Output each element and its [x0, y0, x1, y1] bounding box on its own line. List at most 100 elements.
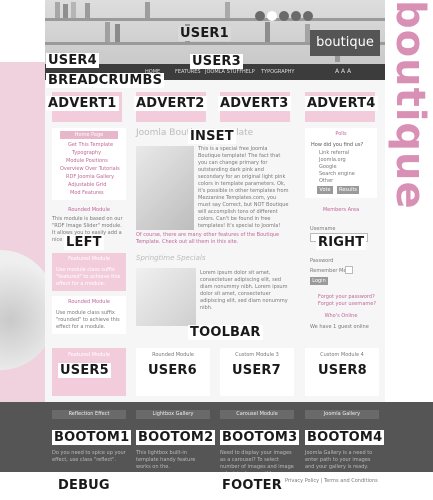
bottom1-title: Reflection Effect: [52, 410, 126, 419]
featured-module-title: Featured Module: [68, 256, 110, 262]
rounded-module-2-title: Rounded Module: [58, 298, 120, 306]
position-advert3-label: ADVERT3: [218, 96, 291, 111]
position-user3-label: USER3: [190, 54, 243, 69]
position-advert1-label: ADVERT1: [46, 96, 119, 111]
nav-features[interactable]: FEATURES: [175, 69, 201, 75]
position-bottom3-label: BOOTOM3: [220, 430, 300, 445]
site-logo[interactable]: boutique: [310, 30, 380, 56]
pager-dot[interactable]: [303, 11, 313, 21]
pager-dot-active[interactable]: [267, 11, 277, 21]
menu-item[interactable]: Overview Over Tutorials: [60, 166, 120, 173]
article-link[interactable]: Of course, there are many other features…: [136, 232, 292, 246]
side-brand-word: boutique: [386, 0, 433, 210]
book: [85, 3, 90, 18]
rounded-module-2-text: Use module class suffix "rounded" to ach…: [56, 310, 120, 330]
remember-checkbox[interactable]: [345, 266, 353, 274]
position-toolbar-label: TOOLBAR: [188, 325, 263, 340]
book: [63, 4, 68, 18]
rounded-module-2: Rounded Module Use module class suffix "…: [52, 296, 126, 334]
whos-online-title: Who's Online: [324, 313, 358, 319]
poll-option[interactable]: Search engine: [319, 171, 355, 178]
pager-dot[interactable]: [291, 11, 301, 21]
poll-title: Polls: [311, 130, 371, 138]
font-size-controls[interactable]: A A A: [335, 68, 351, 75]
bottom1-text: Do you need to spice up your effect, use…: [52, 450, 126, 463]
pager-dot[interactable]: [279, 11, 289, 21]
position-right-label: RIGHT: [316, 235, 367, 250]
position-inset-label: INSET: [188, 129, 236, 144]
poll-question: How did you find us?: [311, 142, 364, 148]
position-footer-label: FOOTER: [220, 478, 284, 493]
nav-help[interactable]: HELP: [242, 69, 255, 75]
remember-label: Remember Me: [310, 268, 347, 274]
bottom4-text: Joomla Gallery is a need to enter path t…: [305, 450, 373, 470]
position-advert2-label: ADVERT2: [134, 96, 207, 111]
book: [145, 2, 150, 18]
vote-button[interactable]: Vote: [317, 186, 333, 194]
position-debug-label: DEBUG: [56, 478, 112, 493]
book: [225, 2, 230, 18]
menu-item[interactable]: Mod Features: [70, 190, 104, 197]
menu-item[interactable]: Module Positions: [66, 158, 108, 165]
position-bottom1-label: BOOTOM1: [52, 430, 132, 445]
poll-option[interactable]: Link referral: [319, 150, 349, 157]
book: [71, 2, 76, 18]
article-photo: [136, 146, 194, 230]
side-brand-text: boutique: [387, 0, 433, 210]
bottom3-title: Carousel Module: [220, 410, 294, 419]
position-breadcrumbs-label: BREADCRUMBS: [46, 73, 165, 88]
poll-option[interactable]: Other: [319, 178, 333, 185]
user6-title: Rounded Module: [152, 352, 194, 358]
featured-module-text: Use module class suffix "featured" to ac…: [56, 267, 121, 287]
whos-online-text: We have 1 guest online: [310, 324, 369, 330]
results-button[interactable]: Results: [337, 186, 359, 194]
position-user7-label: USER7: [230, 363, 283, 378]
footer-links[interactable]: Privacy Policy | Terms and Conditions: [285, 478, 378, 485]
bottom2-text: This lightbox built-in template handy fe…: [136, 450, 196, 470]
password-label: Password: [310, 258, 334, 264]
specials-photo: [136, 268, 196, 326]
poll-option[interactable]: Google: [319, 164, 337, 171]
position-bottom4-label: BOOTOM4: [305, 430, 385, 445]
slideshow-pager[interactable]: [255, 6, 315, 21]
user8-title: Custom Module 4: [320, 352, 364, 358]
username-label: Username: [310, 226, 336, 232]
position-left-label: LEFT: [64, 235, 104, 250]
position-user8-label: USER8: [316, 363, 369, 378]
position-advert4-label: ADVERT4: [305, 96, 378, 111]
user7-title: Custom Module 3: [235, 352, 279, 358]
featured-module: Featured Module Use module class suffix …: [52, 253, 126, 291]
poll-module: Polls How did you find us? Link referral…: [305, 128, 377, 198]
position-user5-label: USER5: [58, 363, 111, 378]
bottom2-title: Lightbox Gallery: [136, 410, 210, 419]
user5-title: Featured Module: [68, 352, 110, 358]
home-menu-module: Home Page Get This Template Typography M…: [52, 128, 126, 200]
menu-item[interactable]: Get This Template: [68, 142, 113, 149]
menu-item[interactable]: Typography: [72, 150, 101, 157]
shelf-line: [45, 18, 385, 21]
article-intro: This is a special free Joomla Boutique t…: [198, 146, 289, 229]
book: [265, 22, 270, 42]
members-title: Members Area: [322, 207, 360, 213]
home-menu-title: Home Page: [60, 131, 118, 139]
rounded-module-title: Rounded Module: [68, 207, 110, 213]
book: [55, 2, 60, 18]
specials-text: Lorem ipsum dolor sit amet, consectetuer…: [200, 270, 288, 311]
menu-item[interactable]: Adjustable Grid: [68, 182, 106, 189]
menu-item[interactable]: RDF Joomla Gallery: [66, 174, 114, 181]
forgot-username-link[interactable]: Forgot your username?: [318, 301, 376, 308]
poll-option[interactable]: Joomla.org: [319, 157, 346, 164]
login-button[interactable]: Login: [310, 277, 328, 285]
book: [105, 22, 110, 42]
bottom4-title: Joomla Gallery: [305, 410, 379, 419]
nav-typography[interactable]: TYPOGRAPHY: [261, 69, 294, 75]
book: [115, 24, 120, 42]
specials-title: Springtime Specials: [136, 254, 206, 262]
nav-joomla-stuff[interactable]: JOOMLA STUFF: [205, 69, 242, 75]
position-bottom2-label: BOOTOM2: [136, 430, 216, 445]
pager-dot[interactable]: [255, 11, 265, 21]
position-user6-label: USER6: [146, 363, 199, 378]
position-user4-label: USER4: [46, 53, 99, 68]
position-user1-label: USER1: [178, 26, 231, 41]
forgot-password-link[interactable]: Forgot your password?: [318, 294, 375, 301]
